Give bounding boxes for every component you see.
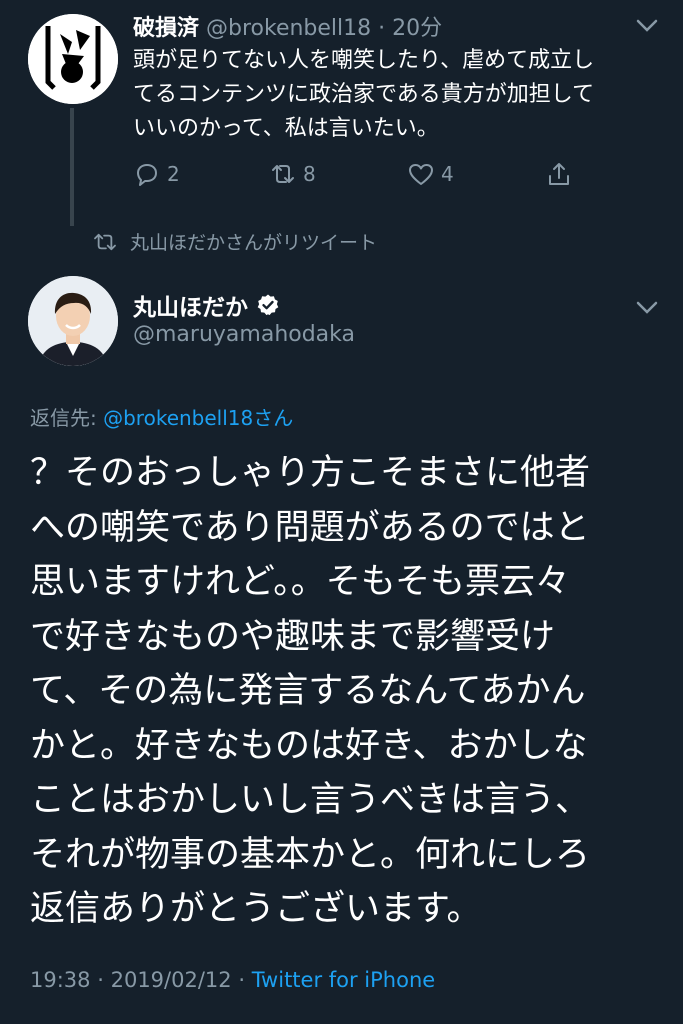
broken-bell-avatar-icon xyxy=(28,14,118,104)
retweeted-by-label[interactable]: 丸山ほだかさんがリツイート xyxy=(130,228,377,255)
author-name-row: 丸山ほだか xyxy=(133,288,280,322)
heart-icon xyxy=(409,164,433,185)
retweet-count: 8 xyxy=(303,162,316,186)
like-button[interactable]: 4 xyxy=(407,160,454,188)
tweet-text-line: ことはおかしいし言うべきは言う、 xyxy=(30,780,591,820)
author-name[interactable]: 丸山ほだか xyxy=(133,288,248,322)
share-button[interactable] xyxy=(545,160,579,188)
retweeted-by-row: 丸山ほだかさんがリツイート xyxy=(92,228,377,255)
reply-icon xyxy=(137,164,157,186)
reply-button[interactable]: 2 xyxy=(133,160,180,188)
author-avatar[interactable] xyxy=(28,276,118,366)
reply-count: 2 xyxy=(167,162,180,186)
parent-tweet-text: 頭が足りてない人を嘲笑したり、虐めて成立し てるコンテンツに政治家である貴方が加… xyxy=(133,44,653,146)
thread-line xyxy=(70,108,74,226)
meta-separator: · xyxy=(238,968,246,992)
replying-to-link[interactable]: @brokenbell18さん xyxy=(103,406,293,430)
tweet-text-line: ？そのおっしゃり方こそまさに他者 xyxy=(30,453,591,493)
parent-author-name[interactable]: 破損済 xyxy=(133,16,199,41)
replying-to: 返信先: @brokenbell18さん xyxy=(30,402,293,431)
like-count: 4 xyxy=(441,162,454,186)
parent-text-line: てるコンテンツに政治家である貴方が加担して xyxy=(133,82,595,107)
tweet-text-line: それが物事の基本かと。何れにしろ xyxy=(30,834,591,875)
tweet-text: ？そのおっしゃり方こそまさに他者 への嘲笑であり問題があるのではと 思いますけれ… xyxy=(30,446,670,937)
retweet-icon xyxy=(94,233,116,250)
parent-separator: · xyxy=(378,16,386,41)
tweet-meta: 19:38 · 2019/02/12 · Twitter for iPhone xyxy=(30,968,435,992)
retweet-button[interactable]: 8 xyxy=(269,160,316,188)
tweet-text-line: て、その為に発言するなんてあかん xyxy=(30,671,586,711)
parent-avatar[interactable] xyxy=(28,14,118,104)
parent-handle[interactable]: @brokenbell18 xyxy=(206,16,371,41)
parent-header: 破損済 @brokenbell18 · 20分 xyxy=(133,10,442,42)
tweet-menu-chevron-icon[interactable] xyxy=(632,296,662,318)
meta-separator: · xyxy=(97,968,104,992)
tweet-time: 19:38 xyxy=(30,968,91,992)
tweet-date: 2019/02/12 xyxy=(110,968,232,992)
author-handle[interactable]: @maruyamahodaka xyxy=(133,322,355,347)
parent-menu-chevron-icon[interactable] xyxy=(632,14,662,36)
parent-time[interactable]: 20分 xyxy=(392,16,442,41)
tweet-text-line: で好きなものや趣味まで影響受け xyxy=(30,616,556,657)
retweet-icon xyxy=(272,165,294,183)
tweet-source-link[interactable]: Twitter for iPhone xyxy=(252,968,436,992)
tweet-text-line: 返信ありがとうございます。 xyxy=(30,889,482,929)
replying-to-label: 返信先: xyxy=(30,406,104,430)
tweet-text-line: 思いますけれど。。そもそも票云々 xyxy=(30,562,571,602)
parent-text-line: いいのかって、私は言いたい。 xyxy=(133,116,439,141)
tweet-text-line: かと。好きなものは好き、おかしな xyxy=(30,725,588,766)
tweet-text-line: への嘲笑であり問題があるのではと xyxy=(30,507,590,548)
parent-text-line: 頭が足りてない人を嘲笑したり、虐めて成立し xyxy=(133,48,595,73)
verified-badge-icon xyxy=(257,294,279,316)
share-icon xyxy=(549,163,569,185)
profile-photo-icon xyxy=(28,276,118,366)
